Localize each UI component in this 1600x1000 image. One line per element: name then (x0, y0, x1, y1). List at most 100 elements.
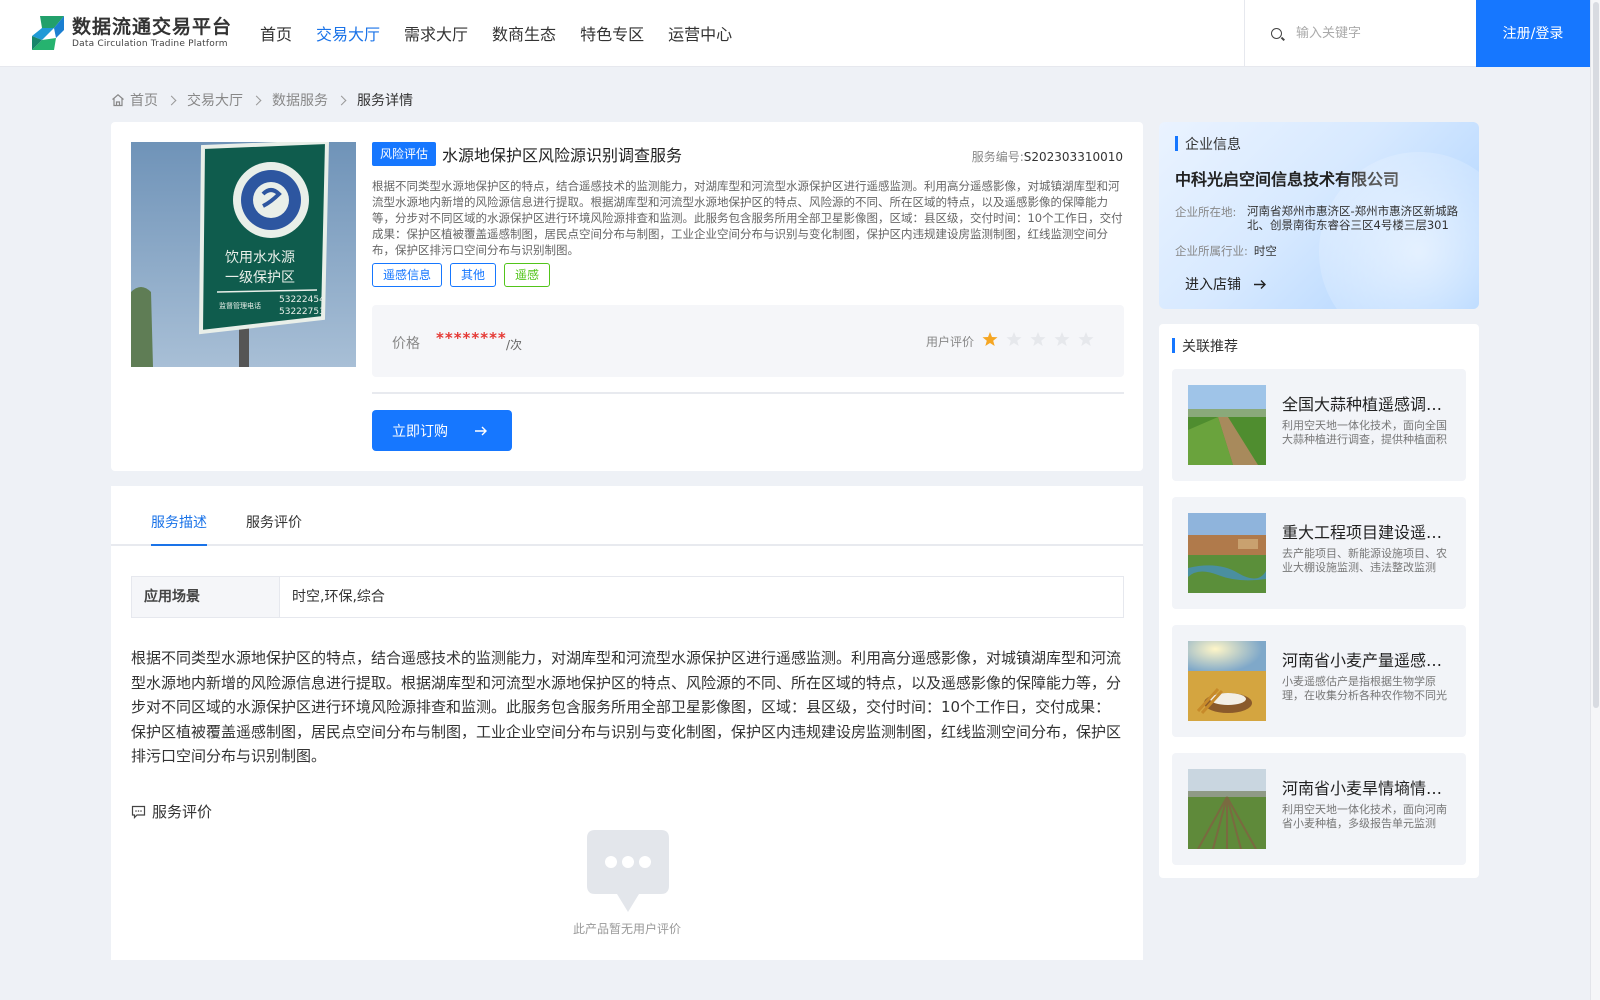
comment-icon (131, 805, 146, 819)
arrow-right-icon (475, 426, 487, 435)
nav-demand-hall[interactable]: 需求大厅 (392, 0, 480, 67)
login-register-button[interactable]: 注册/登录 (1476, 0, 1590, 67)
company-industry-label: 企业所属行业: (1175, 244, 1248, 258)
rec-desc: 去产能项目、新能源设施项目、农业大棚设施监测、违法整改监测 (1282, 547, 1447, 574)
sign-line-4: 53222454 (279, 295, 325, 305)
rec-item-garlic[interactable]: 全国大蒜种植遥感调查服务 利用空天地一体化技术，面向全国大蒜种植进行调查，提供种… (1172, 369, 1466, 481)
tab-service-review[interactable]: 服务评价 (246, 512, 302, 546)
rating-star-icon (1078, 332, 1094, 346)
main-nav: 首页 交易大厅 需求大厅 数商生态 特色专区 运营中心 (248, 0, 744, 67)
rec-title: 重大工程项目建设遥感监测服务 (1282, 523, 1452, 542)
rec-item-wheat-yield[interactable]: 河南省小麦产量遥感估算服务 小麦遥感估产是指根据生物学原理，在收集分析各种农作物… (1172, 625, 1466, 737)
home-icon (112, 94, 124, 107)
rec-title: 全国大蒜种植遥感调查服务 (1282, 395, 1452, 414)
breadcrumb: 首页 交易大厅 数据服务 服务详情 (111, 90, 413, 110)
rating-star-icon (1054, 332, 1070, 346)
review-heading: 服务评价 (131, 801, 212, 822)
rec-thumb-project (1188, 513, 1266, 593)
nav-operation-center[interactable]: 运营中心 (656, 0, 744, 67)
top-header: 数据流通交易平台 Data Circulation Tradine Platfo… (0, 0, 1590, 67)
rec-title: 河南省小麦旱情墒情监测服务 (1282, 779, 1452, 798)
price-value: ******** (436, 329, 507, 347)
service-number-label: 服务编号: (971, 150, 1024, 164)
tab-service-description[interactable]: 服务描述 (151, 512, 207, 546)
breadcrumb-home[interactable]: 首页 (130, 90, 158, 110)
order-now-button[interactable]: 立即订购 (372, 410, 512, 451)
product-title: 水源地保护区风险源识别调查服务 (442, 146, 683, 165)
price-box: 价格 ******** /次 用户评价 (372, 305, 1124, 377)
related-recommendations: 关联推荐 全国大蒜种植遥感调查服务 利用空天地一体化技术，面向全国大蒜种植进行调… (1159, 324, 1479, 878)
empty-review-text: 此产品暂无用户评价 (572, 922, 681, 936)
logo-title: 数据流通交易平台 (72, 16, 233, 38)
company-industry-row: 企业所属行业: 时空 (1175, 243, 1277, 259)
product-image: 饮用水水源 一级保护区 监督管理电话 53222454 53222753 (131, 142, 356, 367)
rating-star-icon (982, 332, 998, 346)
scene-value: 时空,环保,综合 (292, 589, 385, 605)
search-icon[interactable] (1271, 28, 1282, 39)
sign-line-2: 一级保护区 (225, 270, 295, 286)
rating-star-icon (1030, 332, 1046, 346)
product-description: 根据不同类型水源地保护区的特点，结合遥感技术的监测能力，对湖库型和河流型水源保护… (372, 179, 1123, 257)
sign-line-1: 饮用水水源 (225, 250, 295, 266)
platform-logo[interactable]: 数据流通交易平台 Data Circulation Tradine Platfo… (30, 14, 232, 52)
company-address-row: 企业所在地: 河南省郑州市惠济区-郑州市惠济区新城路北、创景南街东睿谷三区4号楼… (1175, 204, 1461, 232)
breadcrumb-data-service[interactable]: 数据服务 (272, 90, 328, 110)
company-section-title: 企业信息 (1175, 134, 1241, 154)
rec-desc: 利用空天地一体化技术，面向河南省小麦种植，多级报告单元监测 (1282, 803, 1447, 830)
detail-card: 服务描述 服务评价 应用场景 时空,环保,综合 根据不同类型水源地保护区的特点，… (111, 486, 1143, 960)
company-address: 河南省郑州市惠济区-郑州市惠济区新城路北、创景南街东睿谷三区4号楼三层301 (1247, 204, 1459, 232)
scene-key: 应用场景 (132, 577, 280, 617)
rec-title: 河南省小麦产量遥感估算服务 (1282, 651, 1452, 670)
page-scrollbar[interactable] (1590, 0, 1600, 1000)
rating-label: 用户评价 (926, 335, 975, 349)
rating-stars (982, 331, 1094, 347)
order-now-label: 立即订购 (392, 423, 448, 440)
divider (372, 392, 1124, 394)
chevron-right-icon (251, 95, 262, 105)
rec-thumb-drought (1188, 769, 1266, 849)
nav-special-zone[interactable]: 特色专区 (568, 0, 656, 67)
search-input[interactable] (1296, 26, 1466, 41)
rec-thumb-wheat (1188, 641, 1266, 721)
nav-ecosystem[interactable]: 数商生态 (480, 0, 568, 67)
rec-desc: 利用空天地一体化技术，面向全国大蒜种植进行调查，提供种植面积与分布信息 (1282, 419, 1447, 446)
rating-star-icon (1006, 332, 1022, 346)
service-number: 服务编号:S202303310010 (972, 148, 1123, 165)
service-number-value: S202303310010 (1023, 150, 1123, 164)
arrow-right-icon (1254, 279, 1266, 289)
detail-tabs: 服务描述 服务评价 (111, 486, 1143, 546)
tag-other[interactable]: 其他 (450, 263, 497, 287)
empty-comment-icon (587, 830, 669, 912)
scrollbar-thumb[interactable] (1593, 2, 1599, 708)
nav-trading-hall[interactable]: 交易大厅 (304, 0, 392, 67)
product-card: 饮用水水源 一级保护区 监督管理电话 53222454 53222753 风险评… (111, 122, 1143, 471)
logo-mark-icon (32, 16, 64, 50)
sign-line-5: 53222753 (279, 307, 325, 317)
rec-item-wheat-drought[interactable]: 河南省小麦旱情墒情监测服务 利用空天地一体化技术，面向河南省小麦种植，多级报告单… (1172, 753, 1466, 865)
nav-home[interactable]: 首页 (248, 0, 304, 67)
company-address-label: 企业所在地: (1175, 205, 1237, 219)
application-scene-row: 应用场景 时空,环保,综合 (131, 576, 1124, 618)
price-unit: /次 (506, 338, 523, 352)
breadcrumb-current: 服务详情 (357, 93, 413, 109)
category-badge: 风险评估 (372, 142, 437, 166)
product-tags: 遥感信息 其他 遥感 (372, 263, 551, 287)
sign-line-3: 监督管理电话 (219, 301, 261, 310)
breadcrumb-trading-hall[interactable]: 交易大厅 (187, 90, 243, 110)
chevron-right-icon (166, 95, 177, 105)
search-box (1244, 0, 1476, 67)
rec-thumb-garlic (1188, 385, 1266, 465)
service-long-description: 根据不同类型水源地保护区的特点，结合遥感技术的监测能力，对湖库型和河流型水源保护… (131, 649, 1122, 765)
tag-remote-info[interactable]: 遥感信息 (372, 263, 443, 287)
price-label: 价格 (392, 336, 420, 352)
rec-item-major-project[interactable]: 重大工程项目建设遥感监测服务 去产能项目、新能源设施项目、农业大棚设施监测、违法… (1172, 497, 1466, 609)
logo-subtitle: Data Circulation Tradine Platform (72, 39, 228, 49)
rec-desc: 小麦遥感估产是指根据生物学原理，在收集分析各种农作物不同光谱特征 (1282, 675, 1447, 702)
enter-shop-link[interactable]: 进入店铺 (1185, 274, 1267, 294)
company-card: 企业信息 中科光启空间信息技术有限公司 企业所在地: 河南省郑州市惠济区-郑州市… (1159, 122, 1479, 309)
review-heading-text: 服务评价 (152, 803, 213, 821)
tag-remote-sensing[interactable]: 遥感 (504, 263, 551, 287)
company-industry: 时空 (1253, 244, 1277, 258)
enter-shop-label: 进入店铺 (1185, 277, 1241, 293)
chevron-right-icon (336, 95, 347, 105)
